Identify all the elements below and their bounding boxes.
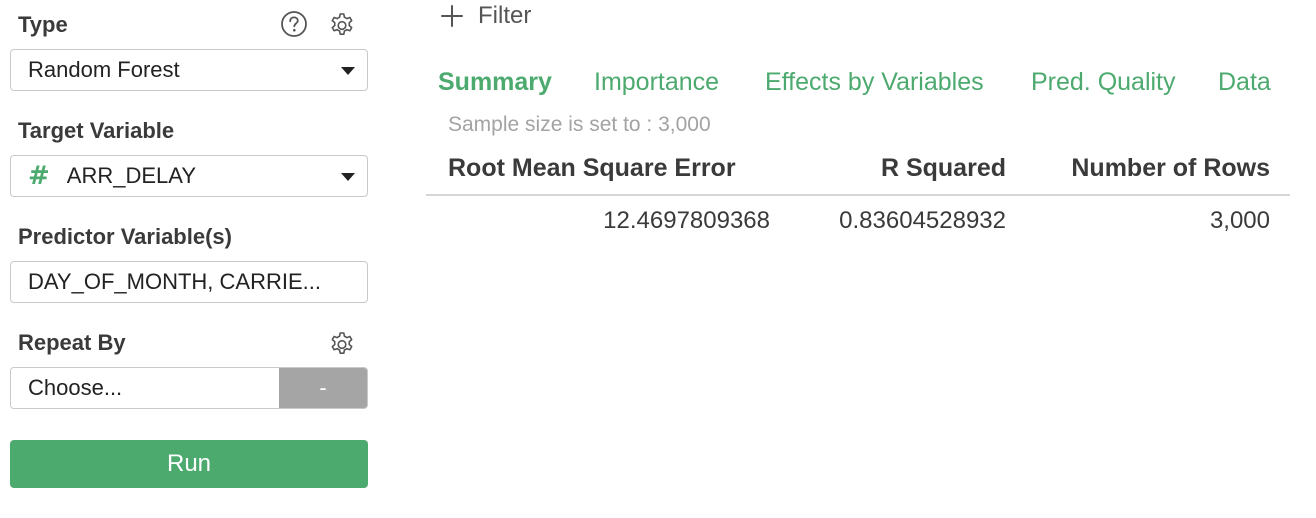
gear-icon[interactable] bbox=[327, 328, 357, 358]
cell-r-squared: 0.83604528932 bbox=[839, 207, 1006, 234]
column-header-r-squared: R Squared bbox=[880, 154, 1006, 182]
tab-importance[interactable]: Importance bbox=[594, 66, 719, 98]
column-header-rmse: Root Mean Square Error bbox=[448, 154, 736, 182]
filter-label: Filter bbox=[478, 2, 532, 29]
help-circle-icon[interactable] bbox=[279, 9, 309, 39]
type-select[interactable]: Random Forest bbox=[10, 49, 368, 91]
repeat-by-select[interactable]: Choose... bbox=[11, 368, 279, 408]
predictor-variables-label: Predictor Variable(s) bbox=[18, 224, 232, 249]
chevron-down-icon bbox=[341, 173, 355, 181]
tab-summary[interactable]: Summary bbox=[438, 66, 552, 98]
tab-pred-quality[interactable]: Pred. Quality bbox=[1031, 66, 1176, 98]
numeric-type-icon: # bbox=[28, 161, 50, 191]
settings-panel: Type Random Forest Target Variable # ARR… bbox=[0, 0, 380, 518]
column-header-number-of-rows: Number of Rows bbox=[1071, 154, 1270, 182]
repeat-by-label: Repeat By bbox=[18, 330, 126, 355]
gear-icon[interactable] bbox=[327, 9, 357, 39]
tab-data[interactable]: Data bbox=[1218, 66, 1271, 98]
repeat-by-remove-button[interactable]: - bbox=[279, 368, 367, 408]
tab-effects-by-variables[interactable]: Effects by Variables bbox=[765, 66, 984, 98]
target-variable-value: ARR_DELAY bbox=[66, 163, 196, 188]
type-label: Type bbox=[18, 12, 68, 37]
plus-icon bbox=[441, 5, 463, 27]
model-builder-view: Type Random Forest Target Variable # ARR… bbox=[0, 0, 1316, 518]
repeat-by-control: Choose... - bbox=[10, 367, 368, 409]
cell-number-of-rows: 3,000 bbox=[1209, 207, 1270, 234]
target-variable-label: Target Variable bbox=[18, 118, 175, 143]
sample-size-note: Sample size is set to : 3,000 bbox=[448, 113, 711, 136]
predictor-variables-field[interactable]: DAY_OF_MONTH, CARRIE... bbox=[10, 261, 368, 303]
table-header-divider bbox=[426, 194, 1290, 196]
cell-rmse: 12.4697809368 bbox=[603, 207, 770, 234]
predictor-variables-value: DAY_OF_MONTH, CARRIE... bbox=[28, 269, 321, 294]
add-filter-button[interactable]: Filter bbox=[440, 0, 531, 32]
target-variable-select[interactable]: # ARR_DELAY bbox=[10, 155, 368, 197]
type-select-value: Random Forest bbox=[28, 57, 180, 82]
chevron-down-icon bbox=[341, 67, 355, 75]
run-button[interactable]: Run bbox=[10, 440, 368, 488]
